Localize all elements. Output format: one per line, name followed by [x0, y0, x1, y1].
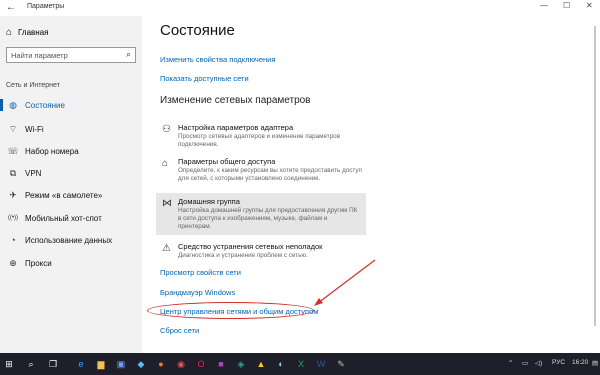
app-icon-6[interactable]: ▲ [252, 353, 270, 375]
app-icon-7[interactable]: ◐ [272, 353, 290, 375]
opera-icon[interactable]: O [192, 353, 210, 375]
app-icon-4[interactable]: ■ [212, 353, 230, 375]
network-tray-icon[interactable]: ▭ [522, 359, 528, 367]
app-icon-5[interactable]: ◈ [232, 353, 250, 375]
edge-icon[interactable]: e [72, 353, 90, 375]
excel-icon[interactable]: X [292, 353, 310, 375]
app-icon-8[interactable]: ✎ [332, 353, 350, 375]
task-view-icon[interactable]: ❐ [44, 353, 62, 375]
annotation-arrow [314, 259, 376, 306]
clock[interactable]: 16:20 [572, 359, 588, 366]
scrollbar[interactable] [594, 26, 596, 326]
taskbar: ⊞ ⌕ ❐ e ▆ ▣ ◆ ● ◉ O ■ ◈ ▲ ◐ X W ✎ ⌃ ▭ ◁) РУС 16:20 ▤ [0, 353, 600, 375]
word-icon[interactable]: W [312, 353, 330, 375]
app-icon-1[interactable]: ◆ [132, 353, 150, 375]
app-icon-3[interactable]: ◉ [172, 353, 190, 375]
language-indicator[interactable]: РУС [552, 359, 565, 366]
tray-chevron-icon[interactable]: ⌃ [508, 359, 513, 367]
folder-icon[interactable]: ▆ [92, 353, 110, 375]
notifications-icon[interactable]: ▤ [592, 359, 598, 367]
store-icon[interactable]: ▣ [112, 353, 130, 375]
volume-tray-icon[interactable]: ◁) [535, 359, 542, 367]
app-icon-2[interactable]: ● [152, 353, 170, 375]
search-icon[interactable]: ⌕ [22, 353, 40, 375]
start-icon[interactable]: ⊞ [0, 353, 18, 375]
